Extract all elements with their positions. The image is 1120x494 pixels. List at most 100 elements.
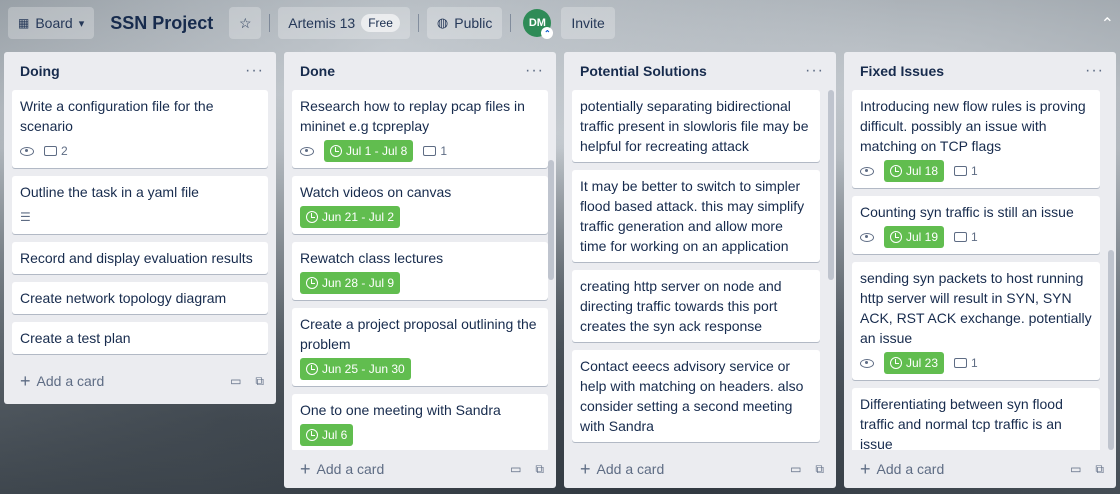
video-icon[interactable]: ▭ — [230, 374, 241, 389]
add-card-label: Add a card — [316, 461, 385, 477]
due-date: Jul 18 — [906, 164, 939, 178]
video-icon[interactable]: ▭ — [1070, 462, 1081, 477]
due-date: Jun 28 - Jul 9 — [322, 276, 395, 290]
list-title[interactable]: Potential Solutions — [580, 63, 707, 79]
visibility-button[interactable]: ◍ Public — [426, 7, 503, 39]
due-date: Jul 1 - Jul 8 — [346, 144, 408, 158]
template-icon[interactable]: ⧉ — [535, 462, 544, 477]
clock-icon — [330, 145, 342, 157]
list-done: Done ··· Research how to replay pcap fil… — [284, 52, 556, 488]
more-icon[interactable]: ··· — [525, 62, 544, 80]
due-date-badge[interactable]: Jul 18 — [884, 160, 945, 182]
due-date: Jul 6 — [322, 428, 348, 442]
scrollbar[interactable] — [828, 90, 834, 280]
clock-icon — [890, 357, 902, 369]
plus-icon: + — [20, 370, 31, 391]
list-card[interactable]: Differentiating between syn flood traffi… — [852, 388, 1100, 450]
divider — [510, 14, 512, 32]
due-date-badge[interactable]: Jul 6 — [300, 424, 354, 446]
video-icon[interactable]: ▭ — [790, 462, 801, 477]
due-date-badge[interactable]: Jul 19 — [884, 226, 945, 248]
card-badges: Jun 25 - Jun 30 — [300, 358, 540, 380]
card-title: Create a project proposal outlining the … — [300, 316, 537, 352]
list-card[interactable]: sending syn packets to host running http… — [852, 262, 1100, 380]
list-card[interactable]: Outline the task in a yaml file ☰ — [12, 176, 268, 234]
list-card[interactable]: Research how to replay pcap files in min… — [292, 90, 548, 168]
list-card[interactable]: creating http server on node and directi… — [572, 270, 820, 342]
card-badges: Jul 6 — [300, 424, 540, 446]
list-card[interactable]: Contact eeecs advisory service or help w… — [572, 350, 820, 442]
avatar[interactable]: DM ⌃ — [523, 9, 554, 39]
list-header: Potential Solutions ··· — [564, 52, 836, 90]
more-icon[interactable]: ··· — [805, 62, 824, 80]
clock-icon — [306, 363, 318, 375]
template-icon[interactable]: ⧉ — [815, 462, 824, 477]
list-card[interactable]: Introducing new flow rules is proving di… — [852, 90, 1100, 188]
comment-count: 1 — [971, 164, 978, 178]
due-date-badge[interactable]: Jun 28 - Jul 9 — [300, 272, 401, 294]
watch-badge — [860, 166, 874, 176]
due-date-badge[interactable]: Jul 1 - Jul 8 — [324, 140, 414, 162]
card-title: creating http server on node and directi… — [580, 278, 782, 334]
add-card-label: Add a card — [36, 373, 105, 389]
list-card[interactable]: It may be better to switch to simpler fl… — [572, 170, 820, 262]
list-card[interactable]: Watch videos on canvas Jun 21 - Jul 2 — [292, 176, 548, 234]
board-view-button[interactable]: ▦ Board ▾ — [8, 7, 95, 39]
add-card-button[interactable]: + Add a card — [580, 459, 664, 480]
more-icon[interactable]: ··· — [245, 62, 264, 80]
watch-badge — [20, 146, 34, 156]
board-view-label: Board — [35, 15, 73, 31]
comment-count: 2 — [61, 144, 68, 158]
template-icon[interactable]: ⧉ — [1095, 462, 1104, 477]
star-button[interactable]: ☆ — [229, 7, 262, 39]
list-card[interactable]: Write a configuration file for the scena… — [12, 90, 268, 168]
list-card[interactable]: Create a test plan — [12, 322, 268, 354]
card-title: Create network topology diagram — [20, 290, 227, 306]
card-title: Rewatch class lectures — [300, 250, 444, 266]
list-title[interactable]: Done — [300, 63, 335, 79]
plus-icon: + — [300, 458, 311, 479]
list-footer: + Add a card ▭ ⧉ — [4, 362, 276, 400]
globe-icon: ◍ — [436, 15, 449, 30]
expand-icon[interactable]: ⌃ — [1101, 14, 1114, 34]
due-date-badge[interactable]: Jul 23 — [884, 352, 945, 374]
add-card-button[interactable]: + Add a card — [20, 371, 104, 392]
card-badges: Jul 18 1 — [860, 160, 1092, 182]
list-title[interactable]: Fixed Issues — [860, 63, 944, 79]
visibility-label: Public — [454, 15, 493, 31]
due-date-badge[interactable]: Jun 21 - Jul 2 — [300, 206, 401, 228]
eye-icon — [860, 358, 874, 368]
add-card-label: Add a card — [876, 461, 945, 477]
list-card[interactable]: Create network topology diagram — [12, 282, 268, 314]
list-card[interactable]: Record and display evaluation results — [12, 242, 268, 274]
scrollbar[interactable] — [548, 160, 554, 280]
add-card-button[interactable]: + Add a card — [860, 459, 944, 480]
more-icon[interactable]: ··· — [1085, 62, 1104, 80]
list-card[interactable]: One to one meeting with Sandra Jul 6 — [292, 394, 548, 450]
clock-icon — [890, 165, 902, 177]
add-card-button[interactable]: + Add a card — [300, 459, 384, 480]
workspace-button[interactable]: Artemis 13 Free — [278, 7, 410, 39]
list-card[interactable]: Rewatch class lectures Jun 28 - Jul 9 — [292, 242, 548, 300]
list-title[interactable]: Doing — [20, 63, 60, 79]
footer-icons: ▭ ⧉ — [790, 462, 824, 477]
invite-button[interactable]: Invite — [561, 7, 615, 39]
video-icon[interactable]: ▭ — [510, 462, 521, 477]
card-list: Write a configuration file for the scena… — [4, 90, 276, 354]
card-title: One to one meeting with Sandra — [300, 402, 501, 418]
card-title: Counting syn traffic is still an issue — [860, 204, 1074, 220]
list-card[interactable]: Counting syn traffic is still an issue J… — [852, 196, 1100, 254]
list-card[interactable]: Create a project proposal outlining the … — [292, 308, 548, 386]
due-date-badge[interactable]: Jun 25 - Jun 30 — [300, 358, 411, 380]
board-header: ▦ Board ▾ SSN Project ☆ Artemis 13 Free … — [0, 0, 1120, 46]
list-doing: Doing ··· Write a configuration file for… — [4, 52, 276, 404]
template-icon[interactable]: ⧉ — [255, 374, 264, 389]
board-title[interactable]: SSN Project — [100, 13, 223, 34]
comments-badge: 1 — [954, 353, 978, 373]
board-icon: ▦ — [18, 16, 30, 30]
list-fixed-issues: Fixed Issues ··· Introducing new flow ru… — [844, 52, 1116, 488]
comment-icon — [954, 232, 968, 242]
list-card[interactable]: potentially separating bidirectional tra… — [572, 90, 820, 162]
clock-icon — [306, 429, 318, 441]
scrollbar[interactable] — [1108, 250, 1114, 450]
